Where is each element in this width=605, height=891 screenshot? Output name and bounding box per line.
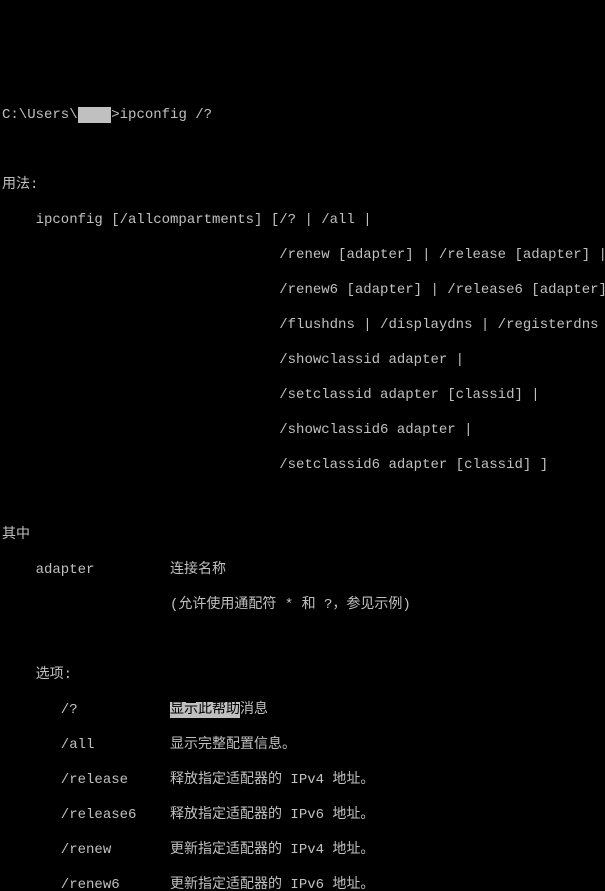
redacted-user: la	[78, 107, 112, 123]
usage-line: /showclassid6 adapter |	[2, 422, 605, 440]
option-line: /release6 释放指定适配器的 IPv6 地址。	[2, 807, 605, 825]
prompt-line: C:\Users\la >ipconfig /?	[2, 107, 605, 125]
options-header: 选项:	[2, 667, 605, 685]
highlight-text: 显示此帮助	[170, 702, 240, 718]
option-line: /? 显示此帮助消息	[2, 702, 605, 720]
usage-line: /renew [adapter] | /release [adapter] |	[2, 247, 605, 265]
where-header: 其中	[2, 527, 605, 545]
option-line: /all 显示完整配置信息。	[2, 737, 605, 755]
usage-line: /setclassid6 adapter [classid] ]	[2, 457, 605, 475]
command-text: >ipconfig /?	[111, 107, 212, 123]
usage-line: ipconfig [/allcompartments] [/? | /all |	[2, 212, 605, 230]
adapter-label: adapter 连接名称	[2, 562, 605, 580]
terminal-output: C:\Users\la >ipconfig /? 用法: ipconfig [/…	[0, 88, 605, 891]
option-line: /renew6 更新指定适配器的 IPv6 地址。	[2, 877, 605, 891]
option-line: /renew 更新指定适配器的 IPv4 地址。	[2, 842, 605, 860]
usage-line: /renew6 [adapter] | /release6 [adapter] …	[2, 282, 605, 300]
usage-header: 用法:	[2, 177, 605, 195]
usage-line: /showclassid adapter |	[2, 352, 605, 370]
usage-line: /setclassid adapter [classid] |	[2, 387, 605, 405]
usage-line: /flushdns | /displaydns | /registerdns |	[2, 317, 605, 335]
prompt-path: C:\Users\	[2, 107, 78, 123]
adapter-note: (允许使用通配符 * 和 ?，参见示例)	[2, 597, 605, 615]
option-line: /release 释放指定适配器的 IPv4 地址。	[2, 772, 605, 790]
